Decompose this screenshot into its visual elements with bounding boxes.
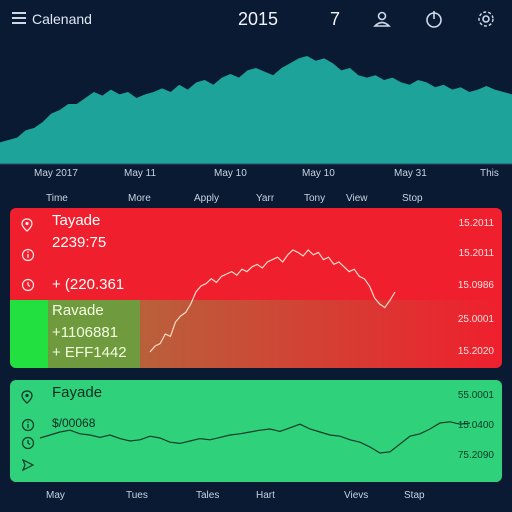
panel-change: + (220.361 xyxy=(52,276,125,293)
right-value: 15.2020 xyxy=(457,346,494,357)
top-area-chart xyxy=(0,56,512,165)
line-series xyxy=(149,249,396,353)
filter-stop[interactable]: Stop xyxy=(402,193,423,204)
bottom-tab[interactable]: Stap xyxy=(404,490,425,501)
power-icon[interactable] xyxy=(424,9,444,29)
panel-value: 2239:75 xyxy=(52,234,107,251)
clock-icon[interactable] xyxy=(21,278,35,292)
right-value: 15.2011 xyxy=(458,248,494,259)
settings-icon[interactable] xyxy=(476,9,496,29)
day-display[interactable]: 7 xyxy=(330,9,340,30)
x-axis-label: May 31 xyxy=(394,168,427,179)
right-value: 25.0001 xyxy=(457,314,494,325)
x-axis-label: This xyxy=(480,168,499,179)
x-axis-label: May 10 xyxy=(302,168,335,179)
filter-apply[interactable]: Apply xyxy=(194,193,219,204)
right-value: 55.0001 xyxy=(457,390,494,401)
bottom-tab[interactable]: Tues xyxy=(126,490,148,501)
overlay-line-2: + EFF1442 xyxy=(52,344,127,361)
x-axis-label: May 10 xyxy=(214,168,247,179)
area-series xyxy=(0,56,512,164)
bottom-tab[interactable]: May xyxy=(46,490,65,501)
location-pin-icon[interactable] xyxy=(20,390,34,404)
overlay-line-1: +1106881 xyxy=(52,324,119,341)
right-value: 75.2090 xyxy=(457,450,494,461)
line-series xyxy=(39,421,471,454)
top-bar: Calenand 2015 7 xyxy=(0,0,512,40)
filter-time[interactable]: Time xyxy=(46,193,68,204)
x-axis-label: May 11 xyxy=(124,168,157,179)
menu-icon[interactable] xyxy=(12,12,26,24)
right-value: 15.2011 xyxy=(458,218,494,229)
panel-value: $/00068 xyxy=(52,416,96,430)
info-icon[interactable] xyxy=(21,248,35,262)
year-display[interactable]: 2015 xyxy=(238,9,278,30)
red-panel[interactable]: Tayade 2239:75 + (220.361 Ravade +110688… xyxy=(10,208,502,368)
panel-title: Tayade xyxy=(52,212,101,229)
filter-view[interactable]: View xyxy=(346,193,368,204)
location-pin-icon[interactable] xyxy=(20,218,34,232)
panel-title: Fayade xyxy=(52,384,103,401)
info-icon[interactable] xyxy=(21,418,35,432)
x-axis-label: May 2017 xyxy=(34,168,78,179)
bottom-tab[interactable]: Hart xyxy=(256,490,275,501)
send-icon[interactable] xyxy=(21,458,35,472)
green-panel[interactable]: Fayade $/00068 55.0001 15.0400 75.2090 xyxy=(10,380,502,482)
app-title: Calenand xyxy=(32,11,92,27)
bottom-tab[interactable]: Tales xyxy=(196,490,219,501)
filter-tony[interactable]: Tony xyxy=(304,193,325,204)
right-value: 15.0400 xyxy=(457,420,494,431)
filter-yarr[interactable]: Yarr xyxy=(256,193,274,204)
overlay-title: Ravade xyxy=(52,302,104,319)
clock-icon[interactable] xyxy=(21,436,35,450)
user-icon[interactable] xyxy=(372,9,392,29)
bottom-tab[interactable]: Vievs xyxy=(344,490,368,501)
right-value: 15.0986 xyxy=(457,280,494,291)
filter-more[interactable]: More xyxy=(128,193,151,204)
